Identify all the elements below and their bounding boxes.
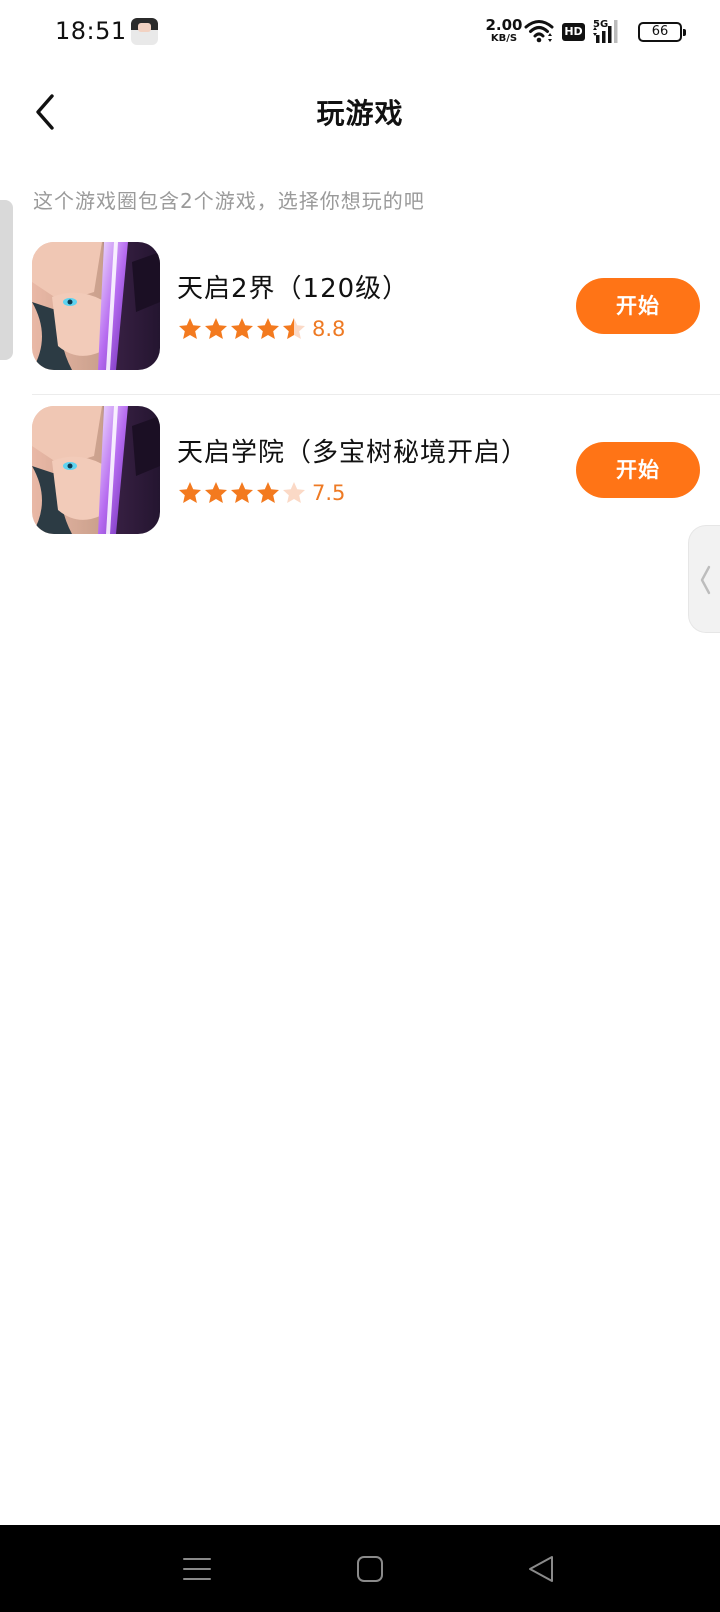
star-icon: [179, 318, 201, 339]
navigation-bar: [0, 1525, 720, 1612]
status-time: 18:51: [55, 17, 127, 45]
game-row[interactable]: 天启2界（120级） 8.8 开始: [0, 240, 720, 410]
star-half-icon: [283, 318, 305, 339]
home-square-icon[interactable]: [350, 1549, 390, 1589]
signal-icon: 5G: [593, 19, 618, 43]
star-icon: [257, 482, 279, 503]
divider: [32, 394, 720, 395]
wifi-icon: [524, 20, 554, 43]
notification-app-icon: [131, 18, 158, 45]
battery-indicator: 66: [638, 22, 686, 42]
network-speed-value: 2.00: [485, 16, 523, 34]
rating-score: 7.5: [312, 481, 346, 505]
game-rating: 8.8: [177, 316, 345, 342]
rating-score: 8.8: [312, 317, 346, 341]
page-title: 玩游戏: [316, 97, 404, 130]
side-drawer-handle[interactable]: [688, 525, 720, 633]
triangle-back-icon[interactable]: [522, 1549, 562, 1589]
status-bar: 18:51 2.00 KB/S HD 5G 66: [0, 0, 720, 64]
hd-badge: HD: [562, 23, 585, 41]
chevron-left-icon: [700, 565, 711, 595]
game-row[interactable]: 天启学院（多宝树秘境开启） 7.5 开始: [0, 404, 720, 554]
star-icon: [231, 318, 253, 339]
star-icon: [205, 482, 227, 503]
network-speed-unit: KB/S: [490, 33, 518, 44]
star-icon: [179, 482, 201, 503]
game-name: 天启学院（多宝树秘境开启）: [177, 438, 529, 468]
game-icon[interactable]: [32, 406, 160, 534]
game-art-icon: [32, 242, 160, 370]
menu-icon[interactable]: [177, 1549, 217, 1589]
start-button[interactable]: 开始: [576, 278, 700, 334]
header: 玩游戏: [0, 64, 720, 160]
start-button[interactable]: 开始: [576, 442, 700, 498]
subtitle: 这个游戏圈包含2个游戏，选择你想玩的吧: [33, 189, 425, 213]
game-rating: 7.5: [177, 480, 345, 506]
game-list: 天启2界（120级） 8.8 开始 天启学院（多宝树秘境开启） 7.5 开始: [0, 240, 720, 560]
star-icon: [231, 482, 253, 503]
screen: 18:51 2.00 KB/S HD 5G 66 玩游戏 这个游戏圈包含2个游戏…: [0, 0, 720, 1612]
game-art-icon: [32, 406, 160, 534]
game-icon[interactable]: [32, 242, 160, 370]
star-empty-icon: [283, 482, 305, 503]
star-icon: [205, 318, 227, 339]
star-icon: [257, 318, 279, 339]
network-speed: 2.00 KB/S: [484, 18, 524, 44]
game-name: 天启2界（120级）: [177, 274, 410, 304]
